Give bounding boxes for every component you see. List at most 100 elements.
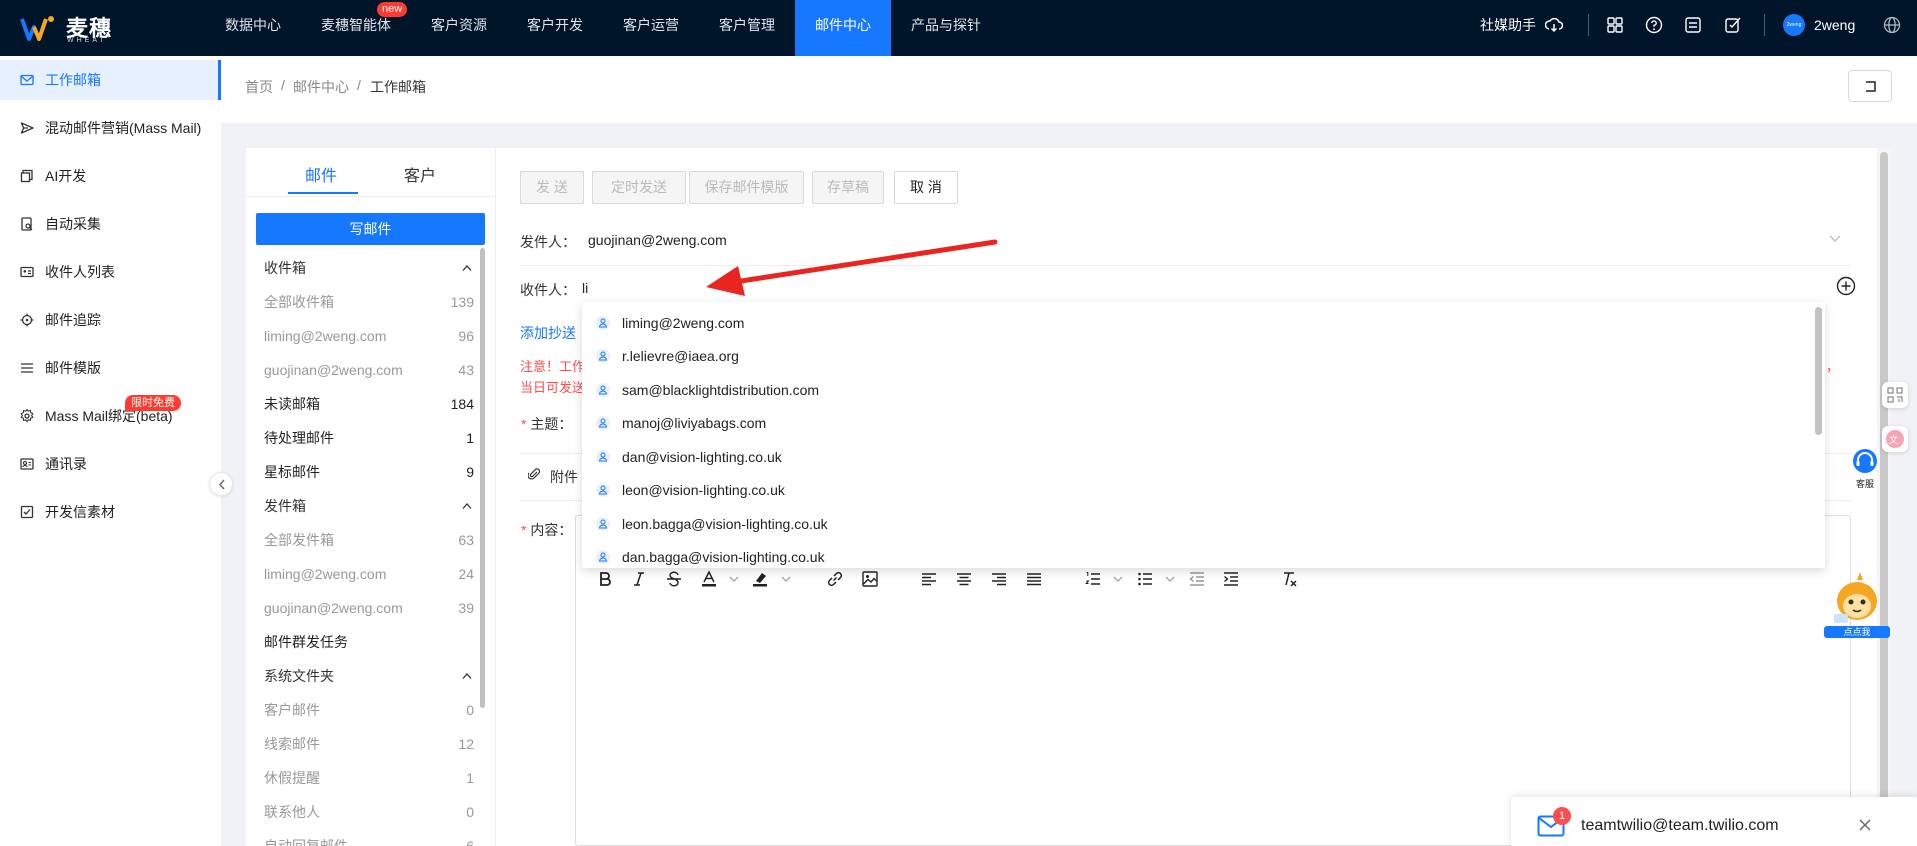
save-draft-button[interactable]: 存草稿 xyxy=(812,171,884,204)
sidebar-item-mail-tracking[interactable]: 邮件追踪 xyxy=(0,300,221,340)
align-justify-icon[interactable] xyxy=(1025,570,1043,588)
suggestion-item[interactable]: leon.bagga@vision-lighting.co.uk xyxy=(582,508,1812,541)
nav-mail-center[interactable]: 邮件中心 xyxy=(795,0,891,56)
sidebar-item-contacts[interactable]: 通讯录 xyxy=(0,444,221,484)
folder-lead-mail[interactable]: 线索邮件 12 xyxy=(264,727,474,761)
sidebar-item-mail-templates[interactable]: 邮件模版 xyxy=(0,348,221,388)
folder-outbox-header[interactable]: 发件箱 xyxy=(264,489,474,523)
sidebar-item-recipient-list[interactable]: 收件人列表 xyxy=(0,252,221,292)
folder-all-outbox[interactable]: 全部发件箱 63 xyxy=(264,523,474,557)
tab-customers[interactable]: 客户 xyxy=(404,162,436,186)
folder-system-header[interactable]: 系统文件夹 xyxy=(264,659,474,693)
folder-auto-reply[interactable]: 自动回复邮件 6 xyxy=(264,829,474,846)
help-icon[interactable] xyxy=(1645,16,1663,34)
folder-outbox-guojinan[interactable]: guojinan@2weng.com 39 xyxy=(264,591,474,625)
sidebar-item-dev-materials[interactable]: 开发信素材 xyxy=(0,492,221,532)
breadcrumb-home[interactable]: 首页 xyxy=(245,77,273,97)
breadcrumb-mail-center[interactable]: 邮件中心 xyxy=(293,77,349,97)
from-select[interactable]: guojinan@2weng.com xyxy=(588,232,727,248)
task-list-icon[interactable] xyxy=(1684,16,1702,34)
folder-inbox-header[interactable]: 收件箱 xyxy=(264,251,474,285)
folder-vacation[interactable]: 休假提醒 1 xyxy=(264,761,474,795)
sidebar-item-work-mailbox[interactable]: 工作邮箱 xyxy=(0,60,221,100)
exit-fullscreen-button[interactable] xyxy=(1848,70,1892,102)
user-avatar[interactable]: 2weng xyxy=(1783,14,1805,36)
bullet-list-icon[interactable] xyxy=(1136,570,1154,588)
customer-service-button[interactable]: 客服 xyxy=(1848,446,1882,490)
chevron-down-icon[interactable] xyxy=(729,575,739,583)
folder-unread[interactable]: 未读邮箱 184 xyxy=(264,387,474,421)
attach-button[interactable]: 附件 xyxy=(550,467,578,487)
chevron-down-icon[interactable] xyxy=(1113,575,1123,583)
align-right-icon[interactable] xyxy=(990,570,1008,588)
outdent-icon[interactable] xyxy=(1188,570,1206,588)
sidebar-item-auto-collect[interactable]: 自动采集 xyxy=(0,204,221,244)
image-icon[interactable] xyxy=(861,570,879,588)
align-center-icon[interactable] xyxy=(955,570,973,588)
cloud-download-icon[interactable] xyxy=(1545,16,1563,34)
user-name[interactable]: 2weng xyxy=(1814,0,1855,50)
strikethrough-icon[interactable] xyxy=(665,570,683,588)
folder-scrollbar[interactable] xyxy=(480,248,485,708)
chevron-down-icon[interactable] xyxy=(1829,234,1841,243)
folder-inbox-guojinan[interactable]: guojinan@2weng.com 43 xyxy=(264,353,474,387)
translate-button[interactable]: 文 xyxy=(1882,426,1908,452)
suggestion-item[interactable]: manoj@liviyabags.com xyxy=(582,407,1812,440)
globe-language-icon[interactable] xyxy=(1883,16,1901,34)
add-recipient-icon[interactable] xyxy=(1836,276,1856,296)
align-left-icon[interactable] xyxy=(920,570,938,588)
nav-customer-resources[interactable]: 客户资源 xyxy=(414,0,504,56)
nav-customer-dev[interactable]: 客户开发 xyxy=(510,0,600,56)
ordered-list-icon[interactable] xyxy=(1084,570,1102,588)
app-logo[interactable]: 麦穗 WHEAT xyxy=(20,10,120,46)
cancel-button[interactable]: 取 消 xyxy=(894,171,958,204)
suggestion-item[interactable]: liming@2weng.com xyxy=(582,307,1812,340)
suggestion-item[interactable]: r.lelievre@iaea.org xyxy=(582,340,1812,373)
folder-contact-others[interactable]: 联系他人 0 xyxy=(264,795,474,829)
bold-icon[interactable] xyxy=(596,570,614,588)
nav-data-center[interactable]: 数据中心 xyxy=(208,0,298,56)
sidebar-item-mass-mail[interactable]: 混动邮件营销(Mass Mail) xyxy=(0,108,221,148)
apps-grid-icon[interactable] xyxy=(1606,16,1624,34)
highlight-icon[interactable] xyxy=(751,570,769,588)
sidebar-collapse-button[interactable] xyxy=(209,472,233,496)
sidebar-item-ai-dev[interactable]: AI开发 xyxy=(0,156,221,196)
send-button[interactable]: 发 送 xyxy=(520,171,584,204)
folder-outbox-liming[interactable]: liming@2weng.com 24 xyxy=(264,557,474,591)
folder-starred[interactable]: 星标邮件 9 xyxy=(264,455,474,489)
edit-check-icon[interactable] xyxy=(1724,16,1742,34)
sidebar-item-mass-mail-binding[interactable]: Mass Mail绑定(beta) xyxy=(0,396,221,436)
page-scrollbar[interactable] xyxy=(1880,152,1888,842)
folder-pending[interactable]: 待处理邮件 1 xyxy=(264,421,474,455)
social-helper-link[interactable]: 社媒助手 xyxy=(1480,0,1536,50)
close-icon[interactable] xyxy=(1859,819,1871,831)
clear-format-icon[interactable] xyxy=(1280,570,1298,588)
to-input[interactable]: li xyxy=(582,280,588,296)
nav-customer-ops[interactable]: 客户运营 xyxy=(606,0,696,56)
font-color-icon[interactable] xyxy=(700,570,718,588)
nav-customer-mgmt[interactable]: 客户管理 xyxy=(702,0,792,56)
suggestion-item[interactable]: dan.bagga@vision-lighting.co.uk xyxy=(582,541,1812,568)
tab-mail[interactable]: 邮件 xyxy=(305,162,337,186)
paperclip-icon[interactable] xyxy=(528,467,540,481)
compose-button[interactable]: 写邮件 xyxy=(256,213,485,245)
mail-notification[interactable]: 1 teamtwilio@team.twilio.com xyxy=(1511,797,1917,846)
suggestions-scrollbar[interactable] xyxy=(1815,307,1822,435)
qr-code-button[interactable] xyxy=(1882,382,1908,408)
schedule-send-button[interactable]: 定时发送 xyxy=(592,171,686,204)
link-icon[interactable] xyxy=(826,570,844,588)
indent-icon[interactable] xyxy=(1222,570,1240,588)
suggestion-item[interactable]: dan@vision-lighting.co.uk xyxy=(582,441,1812,474)
mascot-tag[interactable]: 点点我 xyxy=(1824,626,1890,638)
folder-bulk-tasks[interactable]: 邮件群发任务 xyxy=(264,625,474,659)
folder-customer-mail[interactable]: 客户邮件 0 xyxy=(264,693,474,727)
chevron-down-icon[interactable] xyxy=(781,575,791,583)
folder-inbox-liming[interactable]: liming@2weng.com 96 xyxy=(264,319,474,353)
chevron-down-icon[interactable] xyxy=(1165,575,1175,583)
add-cc-link[interactable]: 添加抄送 xyxy=(520,323,576,343)
italic-icon[interactable] xyxy=(630,570,648,588)
folder-all-inbox[interactable]: 全部收件箱 139 xyxy=(264,285,474,319)
suggestion-item[interactable]: leon@vision-lighting.co.uk xyxy=(582,474,1812,507)
save-template-button[interactable]: 保存邮件模版 xyxy=(689,171,804,204)
nav-products[interactable]: 产品与探针 xyxy=(899,0,993,56)
